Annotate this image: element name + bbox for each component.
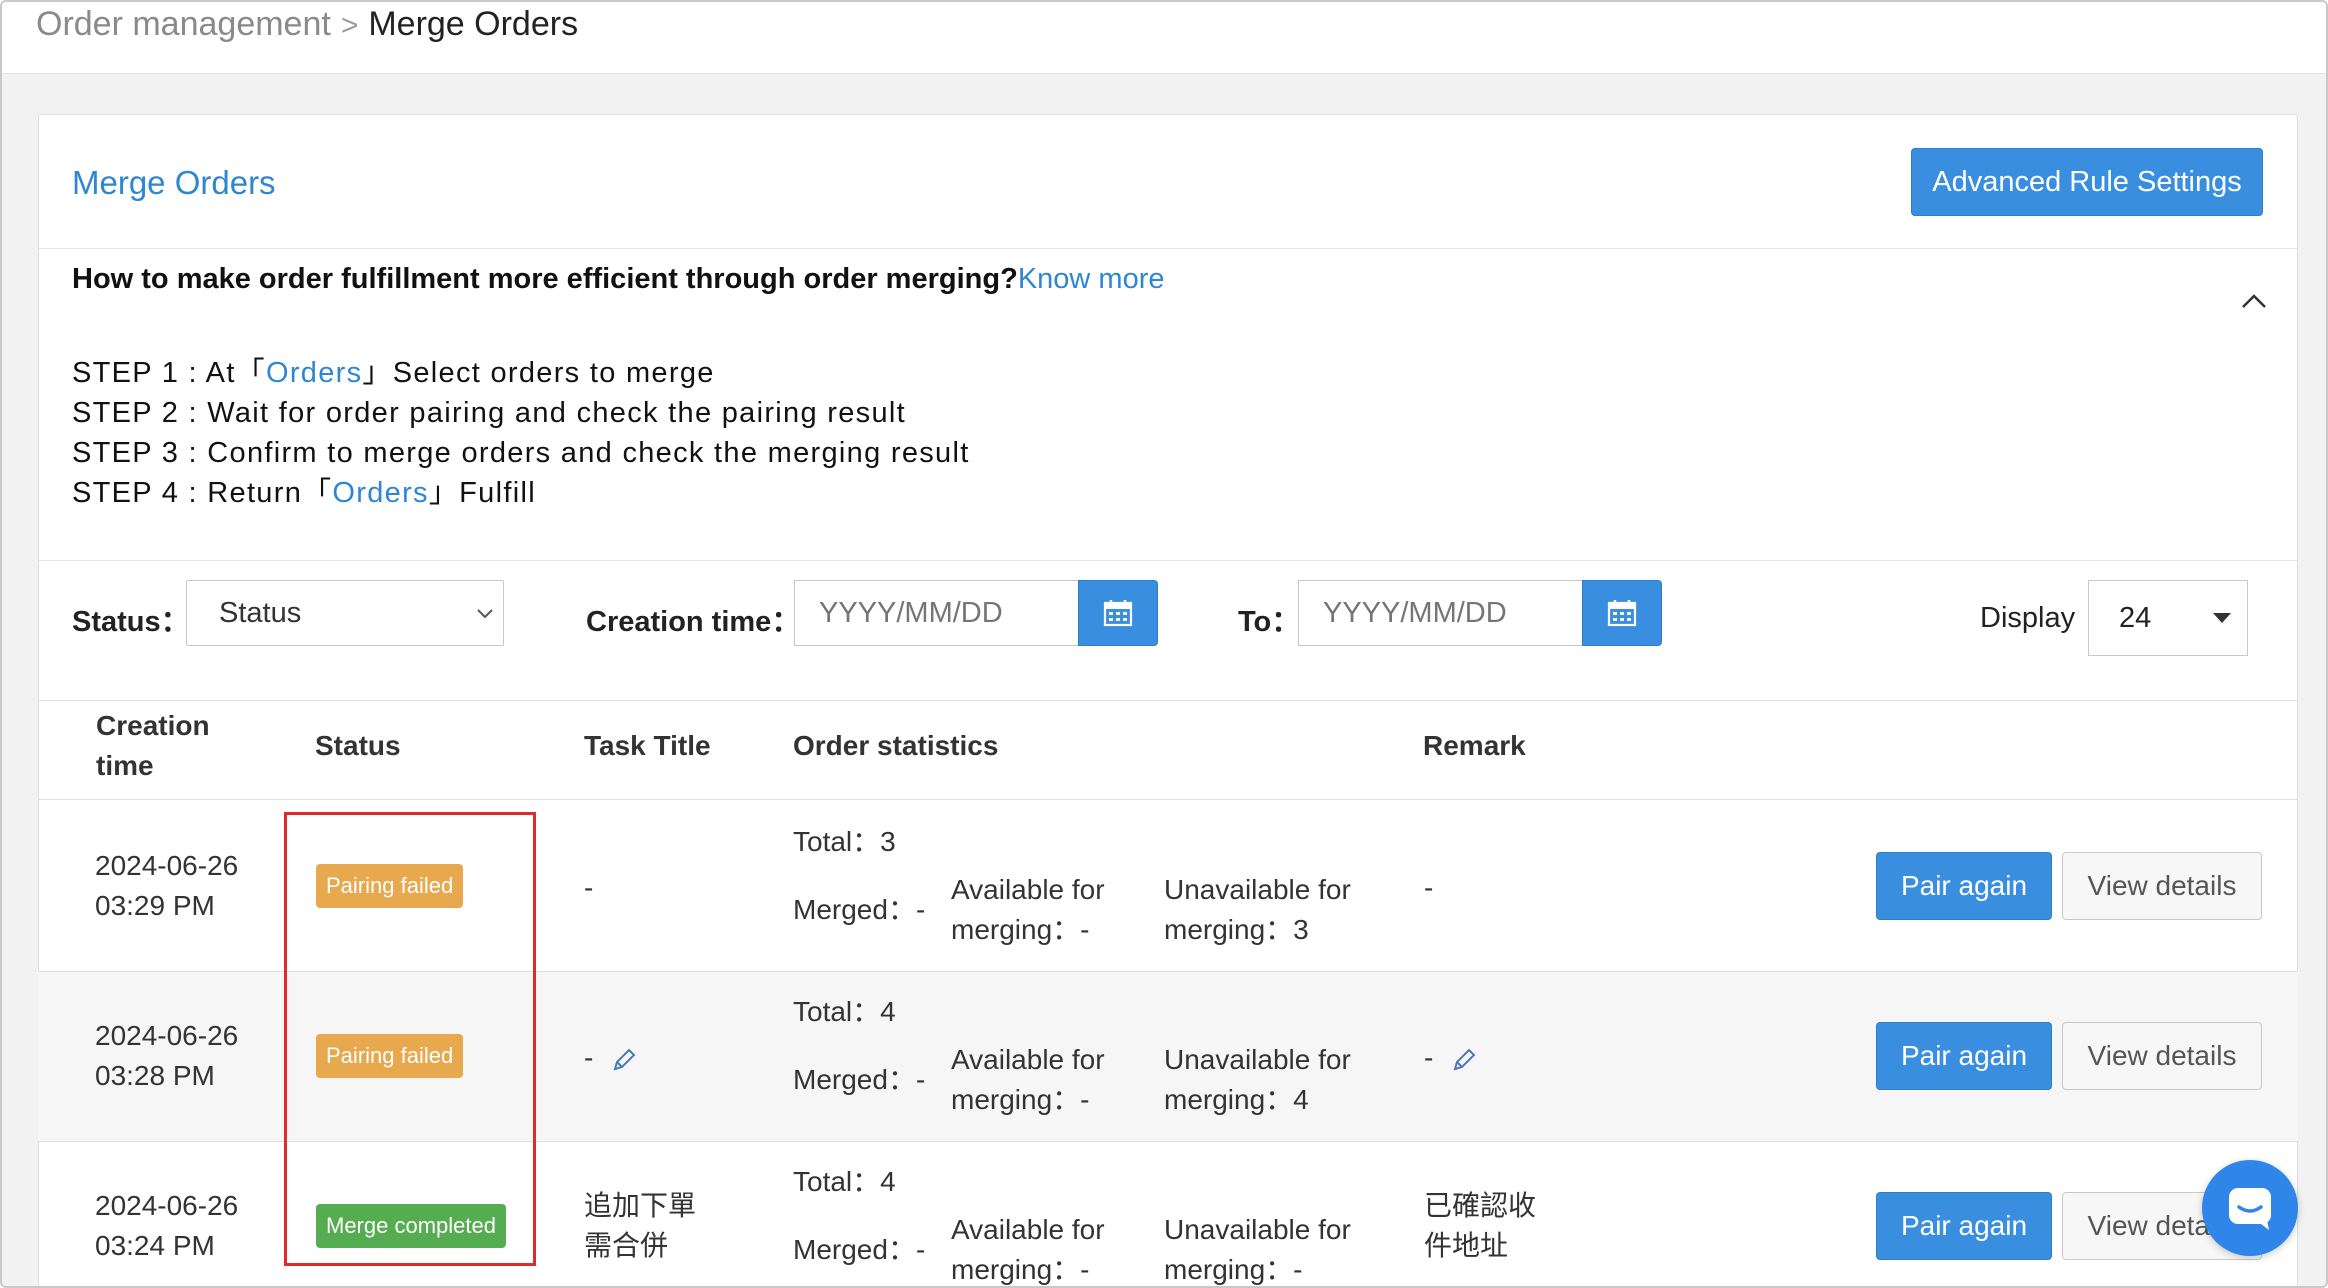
breadcrumb: Order management > Merge Orders [36,4,578,46]
breadcrumb-parent[interactable]: Order management [36,5,331,43]
start-date-calendar-button[interactable] [1078,580,1158,646]
step-4: STEP 4 : Return「Orders」Fulfill [72,477,536,509]
view-details-button[interactable]: View details [2062,1022,2262,1090]
row-creation-time: 2024-06-26 03:29 PM [95,850,239,921]
calendar-icon [1103,600,1133,627]
row-task-title: 追加下單 需合併 [584,1190,697,1261]
status-badge: Merge completed [316,1204,506,1248]
info-question: How to make order fulfillment more effic… [72,263,1164,296]
start-date-input[interactable] [794,580,1080,646]
row-available: Available for merging：- [951,1214,1105,1285]
page-title: Merge Orders [72,164,276,201]
end-date-input[interactable] [1298,580,1584,646]
pencil-edit-icon[interactable] [1451,1047,1477,1073]
row-creation-time: 2024-06-26 03:24 PM [95,1190,239,1261]
status-badge: Pairing failed [316,864,464,908]
top-bar: Order management > Merge Orders [2,2,2326,74]
display-count-select[interactable]: 24 [2088,580,2248,656]
row-unavailable: Unavailable for merging：3 [1164,874,1351,945]
creation-time-label: Creation time： [586,606,801,638]
row-total: Total：4 [793,996,896,1027]
step-2: STEP 2 : Wait for order pairing and chec… [72,397,906,429]
row-unavailable: Unavailable for merging：- [1164,1214,1351,1285]
chevron-down-icon [477,609,493,619]
header-creation-time: Creation time [96,710,210,781]
header-remark: Remark [1423,730,1526,761]
status-badge: Pairing failed [316,1034,464,1078]
orders-link-step-1[interactable]: Orders [266,357,362,389]
row-available: Available for merging：- [951,874,1105,945]
status-filter-label: Status： [72,606,190,638]
row-remark: 已確認收 件地址 [1424,1190,1537,1261]
breadcrumb-separator: > [340,9,359,42]
row-task-title: - [584,1038,637,1078]
row-creation-time: 2024-06-26 03:28 PM [95,1020,239,1091]
row-remark: - [1424,872,1434,903]
pair-again-button[interactable]: Pair again [1876,1022,2052,1090]
chat-icon [2229,1188,2271,1230]
row-merged: Merged：- [793,1064,926,1095]
row-task-title: - [584,872,594,903]
chat-launcher-button[interactable] [2202,1160,2298,1256]
app-frame: Order management > Merge Orders Merge Orde… [0,0,2328,1288]
row-merged: Merged：- [793,1234,926,1265]
chevron-up-icon[interactable] [2239,287,2269,317]
advanced-rule-settings-button[interactable]: Advanced Rule Settings [1911,148,2263,216]
calendar-icon [1607,600,1637,627]
pair-again-button[interactable]: Pair again [1876,852,2052,920]
know-more-link[interactable]: Know more [1018,263,1165,295]
row-unavailable: Unavailable for merging：4 [1164,1044,1351,1115]
to-date-label: To： [1238,606,1301,638]
step-3: STEP 3 : Confirm to merge orders and che… [72,437,970,469]
header-task-title: Task Title [584,730,711,761]
info-question-text: How to make order fulfillment more effic… [72,263,1018,295]
orders-link-step-4[interactable]: Orders [332,477,428,509]
step-1: STEP 1 : At「Orders」Select orders to merg… [72,357,715,389]
display-count-value: 24 [2119,602,2152,634]
display-label: Display [1980,602,2076,634]
caret-down-icon [2213,613,2231,623]
header-order-statistics: Order statistics [793,730,999,761]
pair-again-button[interactable]: Pair again [1876,1192,2052,1260]
pencil-edit-icon[interactable] [611,1047,637,1073]
steps-list: STEP 1 : At「Orders」Select orders to merg… [72,353,970,513]
breadcrumb-current: Merge Orders [368,5,579,43]
panel-header: Merge Orders Advanced Rule Settings [39,115,2297,249]
row-total: Total：4 [793,1166,896,1197]
status-select-value: Status [219,597,302,629]
row-available: Available for merging：- [951,1044,1105,1115]
row-remark: - [1424,1038,1477,1078]
row-total: Total：3 [793,826,896,857]
status-select[interactable]: Status [186,580,504,646]
end-date-calendar-button[interactable] [1582,580,1662,646]
header-status: Status [315,730,401,761]
view-details-button[interactable]: View details [2062,852,2262,920]
row-merged: Merged：- [793,894,926,925]
